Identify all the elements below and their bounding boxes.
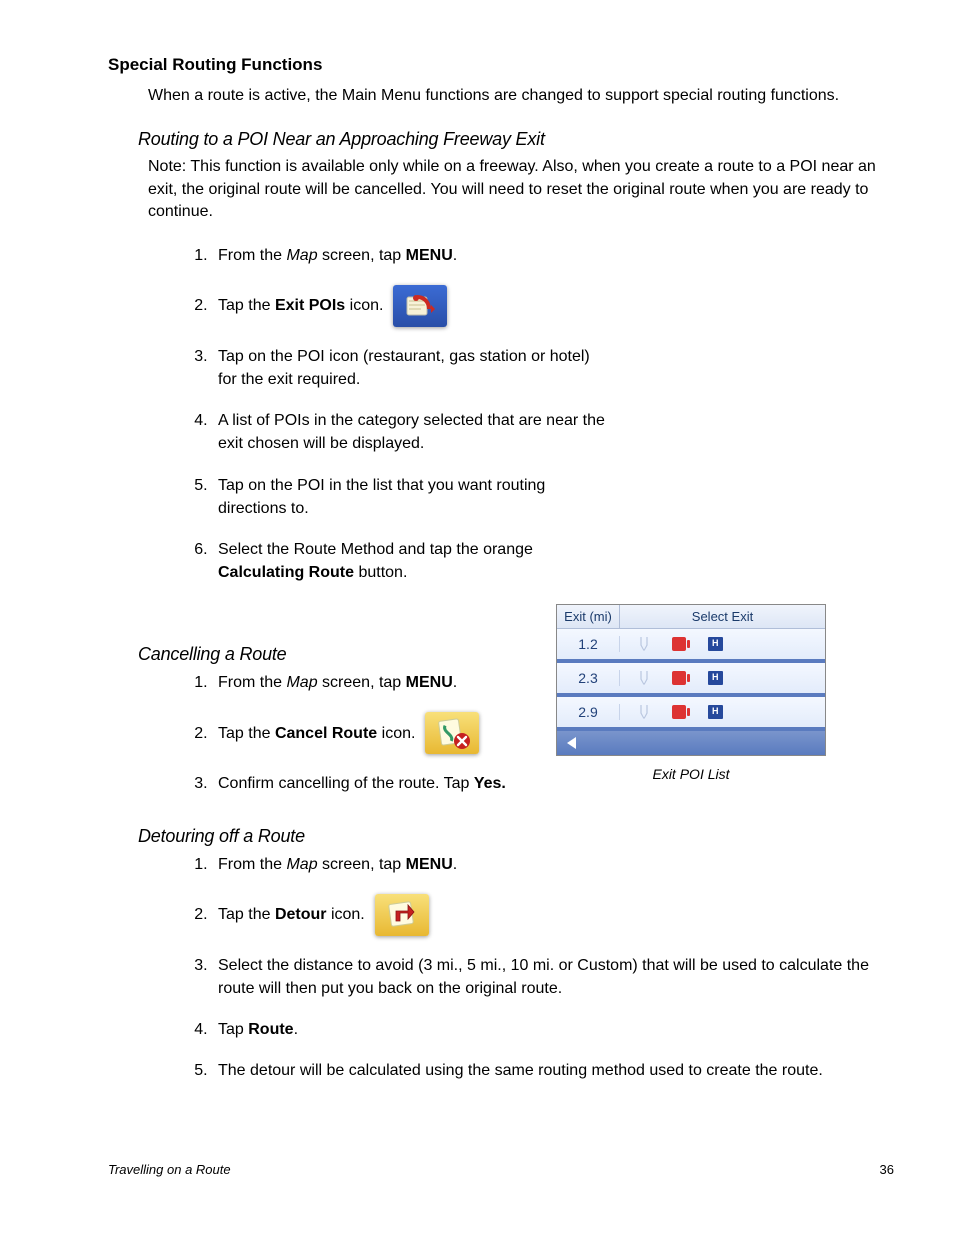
step-item: Select the distance to avoid (3 mi., 5 m… bbox=[212, 954, 894, 1000]
step-item: Tap Route. bbox=[212, 1018, 894, 1041]
gas-station-icon bbox=[672, 705, 686, 719]
subheading-routing-poi: Routing to a POI Near an Approaching Fre… bbox=[138, 129, 894, 150]
page-footer: Travelling on a Route 36 bbox=[108, 1162, 894, 1177]
section-heading: Special Routing Functions bbox=[108, 55, 894, 75]
back-arrow-icon bbox=[567, 737, 576, 749]
step-item: Select the Route Method and tap the oran… bbox=[212, 538, 612, 584]
screenshot-select-exit: Exit (mi) Select Exit 1.2 2.3 bbox=[556, 604, 826, 756]
hotel-icon bbox=[708, 671, 723, 685]
table-row: 2.3 bbox=[557, 663, 825, 697]
hotel-icon bbox=[708, 637, 723, 651]
table-row: 1.2 bbox=[557, 629, 825, 663]
detour-icon bbox=[375, 894, 429, 936]
footer-section-name: Travelling on a Route bbox=[108, 1162, 231, 1177]
figure-footer-bar bbox=[557, 731, 825, 755]
restaurant-icon bbox=[638, 671, 650, 685]
step-item: Tap on the POI in the list that you want… bbox=[212, 474, 612, 520]
cell-distance: 1.2 bbox=[557, 636, 620, 652]
step-item: Tap the Exit POIs icon. bbox=[212, 285, 612, 327]
cell-distance: 2.9 bbox=[557, 704, 620, 720]
note-text: Note: This function is available only wh… bbox=[148, 156, 894, 223]
hotel-icon bbox=[708, 705, 723, 719]
header-select-exit: Select Exit bbox=[620, 605, 825, 628]
step-item: A list of POIs in the category selected … bbox=[212, 409, 612, 455]
step-item: From the Map screen, tap MENU. bbox=[212, 244, 612, 267]
gas-station-icon bbox=[672, 671, 686, 685]
page-number: 36 bbox=[880, 1162, 894, 1177]
cancel-route-icon bbox=[425, 712, 479, 754]
step-item: Tap on the POI icon (restaurant, gas sta… bbox=[212, 345, 612, 391]
step-item: Tap the Detour icon. bbox=[212, 894, 894, 936]
cell-distance: 2.3 bbox=[557, 670, 620, 686]
figure-caption: Exit POI List bbox=[556, 766, 826, 782]
table-header: Exit (mi) Select Exit bbox=[557, 605, 825, 629]
exit-pois-icon bbox=[393, 285, 447, 327]
figure-exit-poi-list: Exit (mi) Select Exit 1.2 2.3 bbox=[556, 604, 826, 782]
restaurant-icon bbox=[638, 705, 650, 719]
header-exit-mi: Exit (mi) bbox=[557, 605, 620, 628]
gas-station-icon bbox=[672, 637, 686, 651]
step-item: From the Map screen, tap MENU. bbox=[212, 853, 894, 876]
restaurant-icon bbox=[638, 637, 650, 651]
ordered-steps-detour: From the Map screen, tap MENU. Tap the D… bbox=[148, 853, 894, 1083]
subheading-detour: Detouring off a Route bbox=[138, 826, 894, 847]
intro-paragraph: When a route is active, the Main Menu fu… bbox=[148, 85, 894, 107]
table-row: 2.9 bbox=[557, 697, 825, 731]
ordered-steps-routing: From the Map screen, tap MENU. Tap the E… bbox=[148, 244, 612, 585]
step-item: The detour will be calculated using the … bbox=[212, 1059, 894, 1082]
